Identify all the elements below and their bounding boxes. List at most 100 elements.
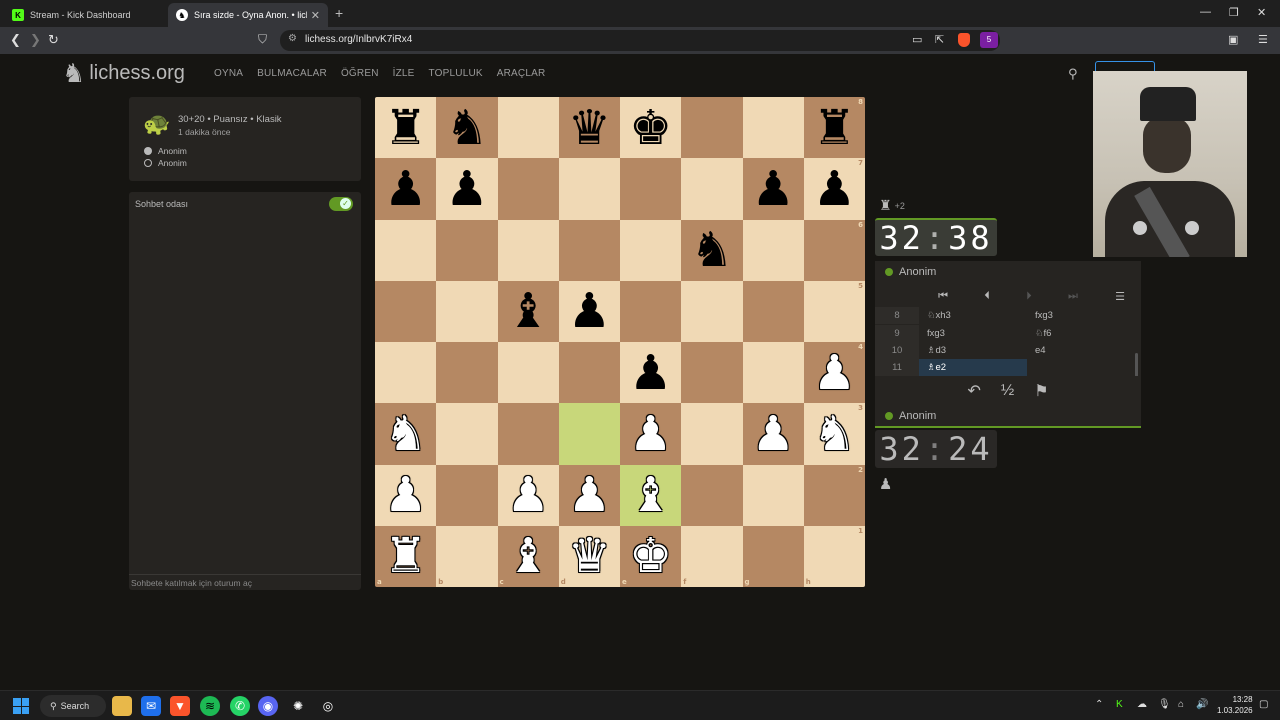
square-a1[interactable]: ♜ a bbox=[375, 525, 437, 587]
resign-button[interactable]: ⚑ bbox=[1034, 381, 1048, 401]
square-a6[interactable] bbox=[375, 219, 437, 281]
square-h2[interactable]: 2 bbox=[803, 464, 865, 526]
square-c2[interactable]: ♟ bbox=[497, 464, 559, 526]
prev-move-icon[interactable]: ⏴ bbox=[984, 290, 990, 303]
menu-icon[interactable]: ☰ bbox=[1258, 33, 1268, 46]
tray-chevron-icon[interactable]: ⌃ bbox=[1095, 699, 1103, 710]
lichess-logo[interactable]: ♞ lichess.org bbox=[62, 58, 185, 89]
black-pawn-icon[interactable]: ♟ bbox=[629, 349, 672, 397]
square-d3[interactable] bbox=[558, 403, 620, 465]
black-knight-icon[interactable]: ♞ bbox=[690, 226, 733, 274]
first-move-icon[interactable]: ⏮ bbox=[938, 290, 948, 303]
current-move[interactable]: ♗e2 bbox=[919, 359, 1027, 376]
square-f8[interactable] bbox=[681, 97, 743, 159]
white-pawn-icon[interactable]: ♟ bbox=[629, 410, 672, 458]
volume-icon[interactable]: 🔊 bbox=[1196, 699, 1208, 710]
takeback-button[interactable]: ↶ bbox=[967, 381, 980, 401]
black-pawn-icon[interactable]: ♟ bbox=[384, 165, 427, 213]
square-b2[interactable] bbox=[436, 464, 498, 526]
square-c4[interactable] bbox=[497, 342, 559, 404]
black-pawn-icon[interactable]: ♟ bbox=[752, 165, 795, 213]
square-a7[interactable]: ♟ bbox=[375, 158, 437, 220]
white-pawn-icon[interactable]: ♟ bbox=[752, 410, 795, 458]
new-tab-button[interactable]: + bbox=[335, 5, 343, 21]
square-d5[interactable]: ♟ bbox=[558, 280, 620, 342]
square-c8[interactable] bbox=[497, 97, 559, 159]
white-pawn-icon[interactable]: ♟ bbox=[813, 349, 856, 397]
square-b7[interactable]: ♟ bbox=[436, 158, 498, 220]
nav-tools[interactable]: ARAÇLAR bbox=[497, 68, 546, 79]
site-info-icon[interactable]: ⚙ bbox=[288, 33, 297, 44]
sidebar-icon[interactable]: ▣ bbox=[1228, 33, 1238, 46]
white-pawn-icon[interactable]: ♟ bbox=[568, 471, 611, 519]
start-button[interactable] bbox=[13, 698, 29, 714]
square-f5[interactable] bbox=[681, 280, 743, 342]
discord-icon[interactable]: ◉ bbox=[258, 696, 278, 716]
square-f4[interactable] bbox=[681, 342, 743, 404]
white-move[interactable]: ♗d3 bbox=[919, 342, 1027, 359]
white-king-icon[interactable]: ♚ bbox=[629, 532, 672, 580]
tab-kick[interactable]: K Stream - Kick Dashboard bbox=[4, 3, 164, 27]
square-f3[interactable] bbox=[681, 403, 743, 465]
square-e7[interactable] bbox=[620, 158, 682, 220]
square-f7[interactable] bbox=[681, 158, 743, 220]
square-d7[interactable] bbox=[558, 158, 620, 220]
chatgpt-icon[interactable]: ✺ bbox=[288, 696, 308, 716]
close-window-icon[interactable]: ✕ bbox=[1257, 6, 1266, 19]
cast-icon[interactable]: ▭ bbox=[912, 33, 922, 46]
white-rook-icon[interactable]: ♜ bbox=[384, 532, 427, 580]
chat-toggle[interactable] bbox=[329, 197, 353, 211]
square-g5[interactable] bbox=[742, 280, 804, 342]
square-a2[interactable]: ♟ bbox=[375, 464, 437, 526]
square-f6[interactable]: ♞ bbox=[681, 219, 743, 281]
square-d1[interactable]: ♛ d bbox=[558, 525, 620, 587]
white-move[interactable]: ♘xh3 bbox=[919, 307, 1027, 324]
black-player[interactable]: Anonim bbox=[144, 146, 187, 156]
chat-input[interactable]: Sohbete katılmak için oturum aç bbox=[129, 574, 361, 590]
offer-draw-button[interactable]: ½ bbox=[1001, 382, 1014, 400]
taskbar-search[interactable]: ⚲ Search bbox=[40, 695, 106, 717]
square-h1[interactable]: 1h bbox=[803, 525, 865, 587]
nav-community[interactable]: TOPLULUK bbox=[429, 68, 483, 79]
square-g3[interactable]: ♟ bbox=[742, 403, 804, 465]
square-c1[interactable]: ♝ c bbox=[497, 525, 559, 587]
file-explorer-icon[interactable] bbox=[112, 696, 132, 716]
square-b5[interactable] bbox=[436, 280, 498, 342]
square-b4[interactable] bbox=[436, 342, 498, 404]
square-d2[interactable]: ♟ bbox=[558, 464, 620, 526]
square-h8[interactable]: ♜ 8 bbox=[803, 97, 865, 159]
mic-icon[interactable]: 🎙 bbox=[1158, 699, 1171, 710]
square-e8[interactable]: ♚ bbox=[620, 97, 682, 159]
square-d4[interactable] bbox=[558, 342, 620, 404]
minimize-icon[interactable]: — bbox=[1200, 6, 1211, 18]
square-f2[interactable] bbox=[681, 464, 743, 526]
square-g7[interactable]: ♟ bbox=[742, 158, 804, 220]
square-c5[interactable]: ♝ bbox=[497, 280, 559, 342]
share-icon[interactable]: ⇱ bbox=[935, 33, 944, 46]
square-e4[interactable]: ♟ bbox=[620, 342, 682, 404]
square-g8[interactable] bbox=[742, 97, 804, 159]
white-pawn-icon[interactable]: ♟ bbox=[384, 471, 427, 519]
white-queen-icon[interactable]: ♛ bbox=[568, 532, 611, 580]
forward-icon[interactable]: ❯ bbox=[30, 32, 41, 48]
black-rook-icon[interactable]: ♜ bbox=[813, 104, 856, 152]
app-icon[interactable]: ◎ bbox=[318, 696, 338, 716]
square-h3[interactable]: ♞ 3 bbox=[803, 403, 865, 465]
tab-lichess[interactable]: ♞ Sıra sizde - Oyna Anon. • liches… ✕ bbox=[168, 3, 328, 27]
brave-shield-icon[interactable] bbox=[958, 33, 970, 47]
square-b8[interactable]: ♞ bbox=[436, 97, 498, 159]
black-king-icon[interactable]: ♚ bbox=[629, 104, 672, 152]
square-g4[interactable] bbox=[742, 342, 804, 404]
square-g1[interactable]: g bbox=[742, 525, 804, 587]
black-pawn-icon[interactable]: ♟ bbox=[813, 165, 856, 213]
nav-watch[interactable]: İZLE bbox=[393, 68, 415, 79]
opponent-name-bar[interactable]: Anonim bbox=[875, 261, 1141, 283]
nav-play[interactable]: OYNA bbox=[214, 68, 243, 79]
menu-icon[interactable]: ☰ bbox=[1115, 290, 1125, 303]
black-move[interactable]: e4 bbox=[1027, 342, 1135, 359]
system-clock[interactable]: 13:28 1.03.2026 bbox=[1217, 694, 1253, 716]
cloud-icon[interactable]: ☁ bbox=[1137, 699, 1147, 710]
network-icon[interactable]: ⌂ bbox=[1178, 699, 1184, 710]
player-name-bar[interactable]: Anonim bbox=[875, 406, 1141, 428]
back-icon[interactable]: ❮ bbox=[10, 32, 21, 48]
